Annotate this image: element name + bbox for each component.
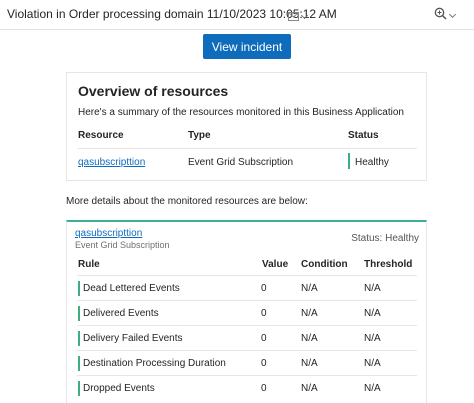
column-header-threshold: Threshold <box>364 259 413 270</box>
rule-value: 0 <box>261 308 267 319</box>
resource-detail-card: qasubscripttion Event Grid Subscription … <box>66 220 427 403</box>
rule-name: Dropped Events <box>83 383 155 394</box>
rule-value: 0 <box>261 333 267 344</box>
table-row: Dead Lettered Events 0 N/A N/A <box>77 275 417 300</box>
rule-name: Delivery Failed Events <box>83 333 183 344</box>
chevron-down-icon[interactable] <box>300 11 309 20</box>
rule-condition: N/A <box>301 383 318 394</box>
view-incident-button[interactable]: View incident <box>203 34 291 59</box>
rule-threshold: N/A <box>364 333 381 344</box>
table-row: Delivery Failed Events 0 N/A N/A <box>77 325 417 350</box>
chevron-down-icon[interactable] <box>448 10 457 19</box>
rule-threshold: N/A <box>364 358 381 369</box>
rule-name: Delivered Events <box>83 308 159 319</box>
rule-value: 0 <box>261 358 267 369</box>
row-indicator <box>78 281 80 296</box>
status-indicator <box>348 153 350 169</box>
row-indicator <box>78 331 80 346</box>
overview-description: Here's a summary of the resources monito… <box>78 107 404 118</box>
table-row: Delivered Events 0 N/A N/A <box>77 300 417 325</box>
table-row: Destination Processing Duration 0 N/A N/… <box>77 350 417 375</box>
row-indicator <box>78 306 80 321</box>
table-row: Dropped Events 0 N/A N/A <box>77 375 417 400</box>
rule-condition: N/A <box>301 308 318 319</box>
status-value: Healthy <box>355 157 389 168</box>
column-header-rule: Rule <box>78 259 100 270</box>
rule-threshold: N/A <box>364 383 381 394</box>
rule-condition: N/A <box>301 358 318 369</box>
envelope-icon[interactable] <box>288 8 299 26</box>
rule-value: 0 <box>261 383 267 394</box>
rule-name: Dead Lettered Events <box>83 283 180 294</box>
row-indicator <box>78 356 80 371</box>
rule-value: 0 <box>261 283 267 294</box>
email-header: Violation in Order processing domain 11/… <box>0 0 474 30</box>
rule-threshold: N/A <box>364 283 381 294</box>
resource-detail-link[interactable]: qasubscripttion <box>75 228 142 239</box>
column-header-resource: Resource <box>78 130 124 141</box>
rule-condition: N/A <box>301 283 318 294</box>
column-header-status: Status <box>348 130 379 141</box>
column-header-condition: Condition <box>301 259 348 270</box>
rule-condition: N/A <box>301 333 318 344</box>
column-header-value: Value <box>262 259 289 270</box>
resource-detail-status: Status: Healthy <box>351 233 419 244</box>
resource-link[interactable]: qasubscripttion <box>78 157 145 168</box>
zoom-icon[interactable] <box>434 7 447 25</box>
zoom-menu[interactable] <box>434 7 457 25</box>
resource-detail-type: Event Grid Subscription <box>75 240 170 250</box>
resource-type: Event Grid Subscription <box>188 157 294 168</box>
divider <box>78 148 417 149</box>
rule-threshold: N/A <box>364 308 381 319</box>
envelope-menu[interactable] <box>288 8 309 26</box>
column-header-type: Type <box>188 130 211 141</box>
overview-card: Overview of resources Here's a summary o… <box>66 72 427 181</box>
more-details-text: More details about the monitored resourc… <box>66 196 308 207</box>
row-indicator <box>78 381 80 396</box>
overview-title: Overview of resources <box>78 83 229 99</box>
rule-name: Destination Processing Duration <box>83 358 226 369</box>
